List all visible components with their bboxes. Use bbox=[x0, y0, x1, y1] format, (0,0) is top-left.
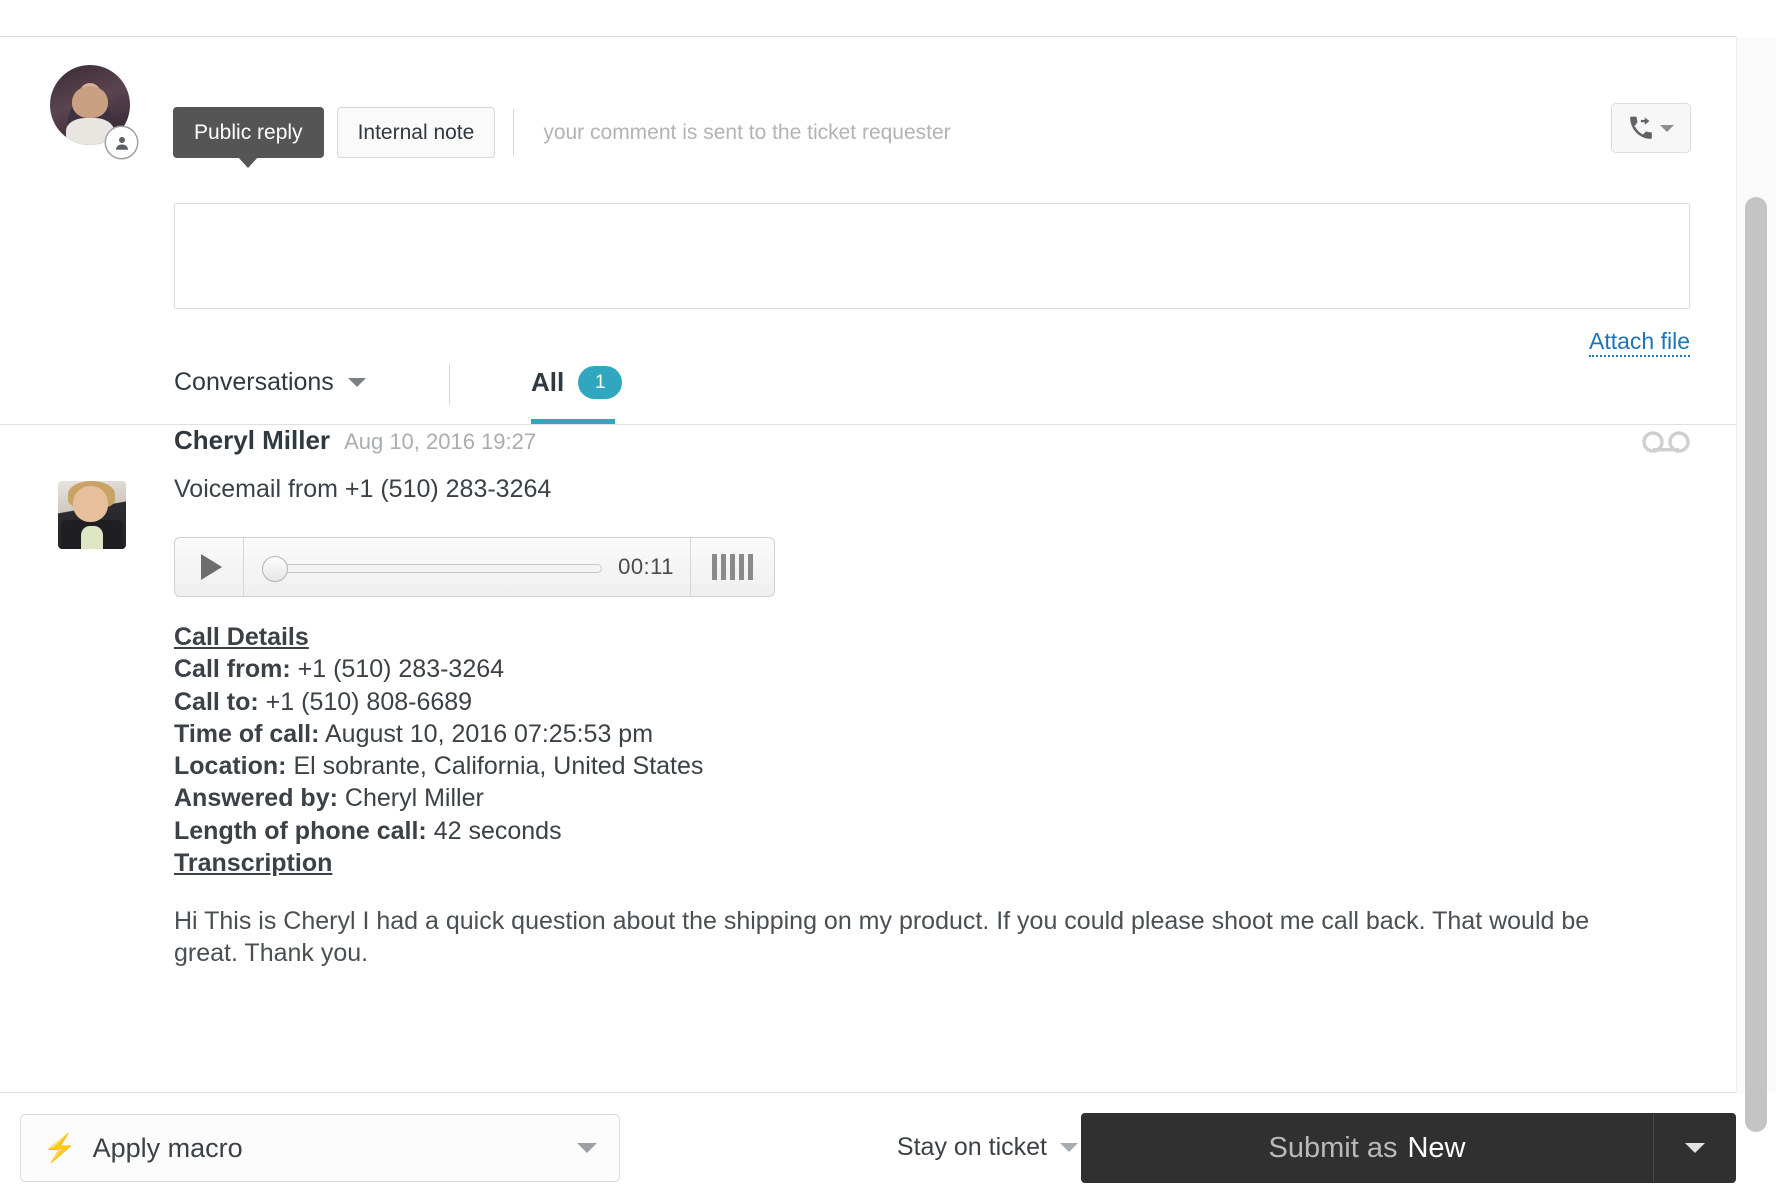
tab-all[interactable]: All 1 bbox=[531, 366, 623, 421]
public-reply-tab[interactable]: Public reply bbox=[173, 107, 324, 158]
chevron-down-icon bbox=[577, 1143, 597, 1153]
tab-conversations-label: Conversations bbox=[174, 368, 334, 396]
detail-label: Call to: bbox=[174, 687, 259, 716]
chevron-down-icon bbox=[347, 378, 366, 387]
reply-textarea[interactable] bbox=[174, 203, 1690, 309]
comment-author: Cheryl Miller bbox=[174, 425, 331, 455]
detail-label: Length of phone call: bbox=[174, 816, 427, 845]
detail-label: Time of call: bbox=[174, 719, 320, 748]
comment-header: Cheryl Miller Aug 10, 2016 19:27 bbox=[174, 425, 536, 456]
call-details: Call Details Call from: +1 (510) 283-326… bbox=[174, 621, 703, 879]
detail-label: Call from: bbox=[174, 655, 291, 684]
detail-row: Location: El sobrante, California, Unite… bbox=[174, 750, 703, 782]
ticket-footer: ⚡ Apply macro Stay on ticket Submit as N… bbox=[0, 1093, 1776, 1203]
stay-on-ticket-label: Stay on ticket bbox=[896, 1133, 1047, 1161]
apply-macro-label: Apply macro bbox=[92, 1132, 243, 1163]
detail-row: Time of call: August 10, 2016 07:25:53 p… bbox=[174, 718, 703, 750]
tab-all-count-badge: 1 bbox=[578, 366, 623, 399]
detail-label: Answered by: bbox=[174, 784, 338, 813]
chevron-down-icon bbox=[1060, 1143, 1078, 1152]
scrollbar-track[interactable] bbox=[1736, 37, 1776, 1132]
stay-on-ticket-dropdown[interactable]: Stay on ticket bbox=[897, 1133, 1078, 1162]
detail-row: Length of phone call: 42 seconds bbox=[174, 815, 703, 847]
internal-note-tab[interactable]: Internal note bbox=[336, 107, 496, 158]
play-icon bbox=[200, 554, 222, 580]
toggle-divider bbox=[513, 109, 515, 156]
submit-button[interactable]: Submit as New bbox=[1081, 1113, 1654, 1183]
tab-conversations[interactable]: Conversations bbox=[174, 368, 366, 397]
chevron-down-icon bbox=[1685, 1143, 1705, 1153]
conversation-tabs: Conversations All 1 bbox=[0, 360, 1736, 422]
tabs-divider bbox=[449, 364, 450, 405]
comment-timestamp: Aug 10, 2016 19:27 bbox=[344, 429, 537, 454]
audio-player[interactable]: 00:11 bbox=[174, 537, 775, 597]
detail-row: Call to: +1 (510) 808-6689 bbox=[174, 686, 703, 718]
user-badge-icon bbox=[106, 127, 137, 158]
attach-file-link[interactable]: Attach file bbox=[1589, 330, 1690, 357]
ticket-view: Public reply Internal note your comment … bbox=[0, 0, 1776, 1203]
call-details-title: Call Details bbox=[174, 623, 309, 651]
submit-prefix-label: Submit as bbox=[1268, 1131, 1398, 1164]
detail-row: Answered by: Cheryl Miller bbox=[174, 782, 703, 814]
reply-mode-toggle: Public reply Internal note your comment … bbox=[173, 107, 951, 158]
phone-forward-icon bbox=[1630, 116, 1652, 139]
volume-button[interactable] bbox=[690, 538, 774, 596]
player-seek-area: 00:11 bbox=[244, 538, 690, 596]
tab-all-label: All bbox=[531, 367, 565, 397]
detail-value: El sobrante, California, United States bbox=[293, 752, 704, 780]
detail-row: Call from: +1 (510) 283-3264 bbox=[174, 653, 703, 685]
audio-duration: 00:11 bbox=[618, 554, 674, 579]
scrollbar-thumb[interactable] bbox=[1745, 197, 1767, 1132]
call-forward-button[interactable] bbox=[1611, 103, 1691, 153]
detail-value: 42 seconds bbox=[433, 816, 562, 845]
apply-macro-dropdown[interactable]: ⚡ Apply macro bbox=[20, 1114, 620, 1182]
seek-slider[interactable] bbox=[262, 555, 603, 582]
seek-rail bbox=[262, 563, 603, 573]
transcription-text: Hi This is Cheryl I had a quick question… bbox=[174, 907, 1590, 968]
detail-label: Location: bbox=[174, 752, 287, 780]
chevron-down-icon bbox=[1660, 124, 1674, 132]
volume-bars-icon bbox=[712, 554, 717, 580]
voicemail-icon bbox=[1642, 431, 1690, 453]
detail-value: August 10, 2016 07:25:53 pm bbox=[325, 719, 654, 748]
submit-button-group[interactable]: Submit as New bbox=[1081, 1113, 1736, 1183]
lightning-bolt-icon: ⚡ bbox=[43, 1133, 77, 1163]
agent-avatar bbox=[50, 65, 137, 158]
transcription-title: Transcription bbox=[174, 848, 333, 877]
avatar bbox=[58, 481, 126, 549]
play-button[interactable] bbox=[175, 538, 244, 596]
seek-thumb[interactable] bbox=[262, 555, 288, 582]
detail-value: +1 (510) 808-6689 bbox=[265, 687, 473, 716]
submit-status-label: New bbox=[1407, 1131, 1466, 1164]
comment-subject: Voicemail from +1 (510) 283-3264 bbox=[174, 475, 552, 503]
composer-hint: your comment is sent to the ticket reque… bbox=[543, 120, 951, 144]
detail-value: Cheryl Miller bbox=[344, 784, 484, 813]
submit-dropdown-button[interactable] bbox=[1654, 1113, 1736, 1183]
reply-composer: Public reply Internal note your comment … bbox=[0, 37, 1736, 357]
detail-value: +1 (510) 283-3264 bbox=[297, 655, 505, 684]
